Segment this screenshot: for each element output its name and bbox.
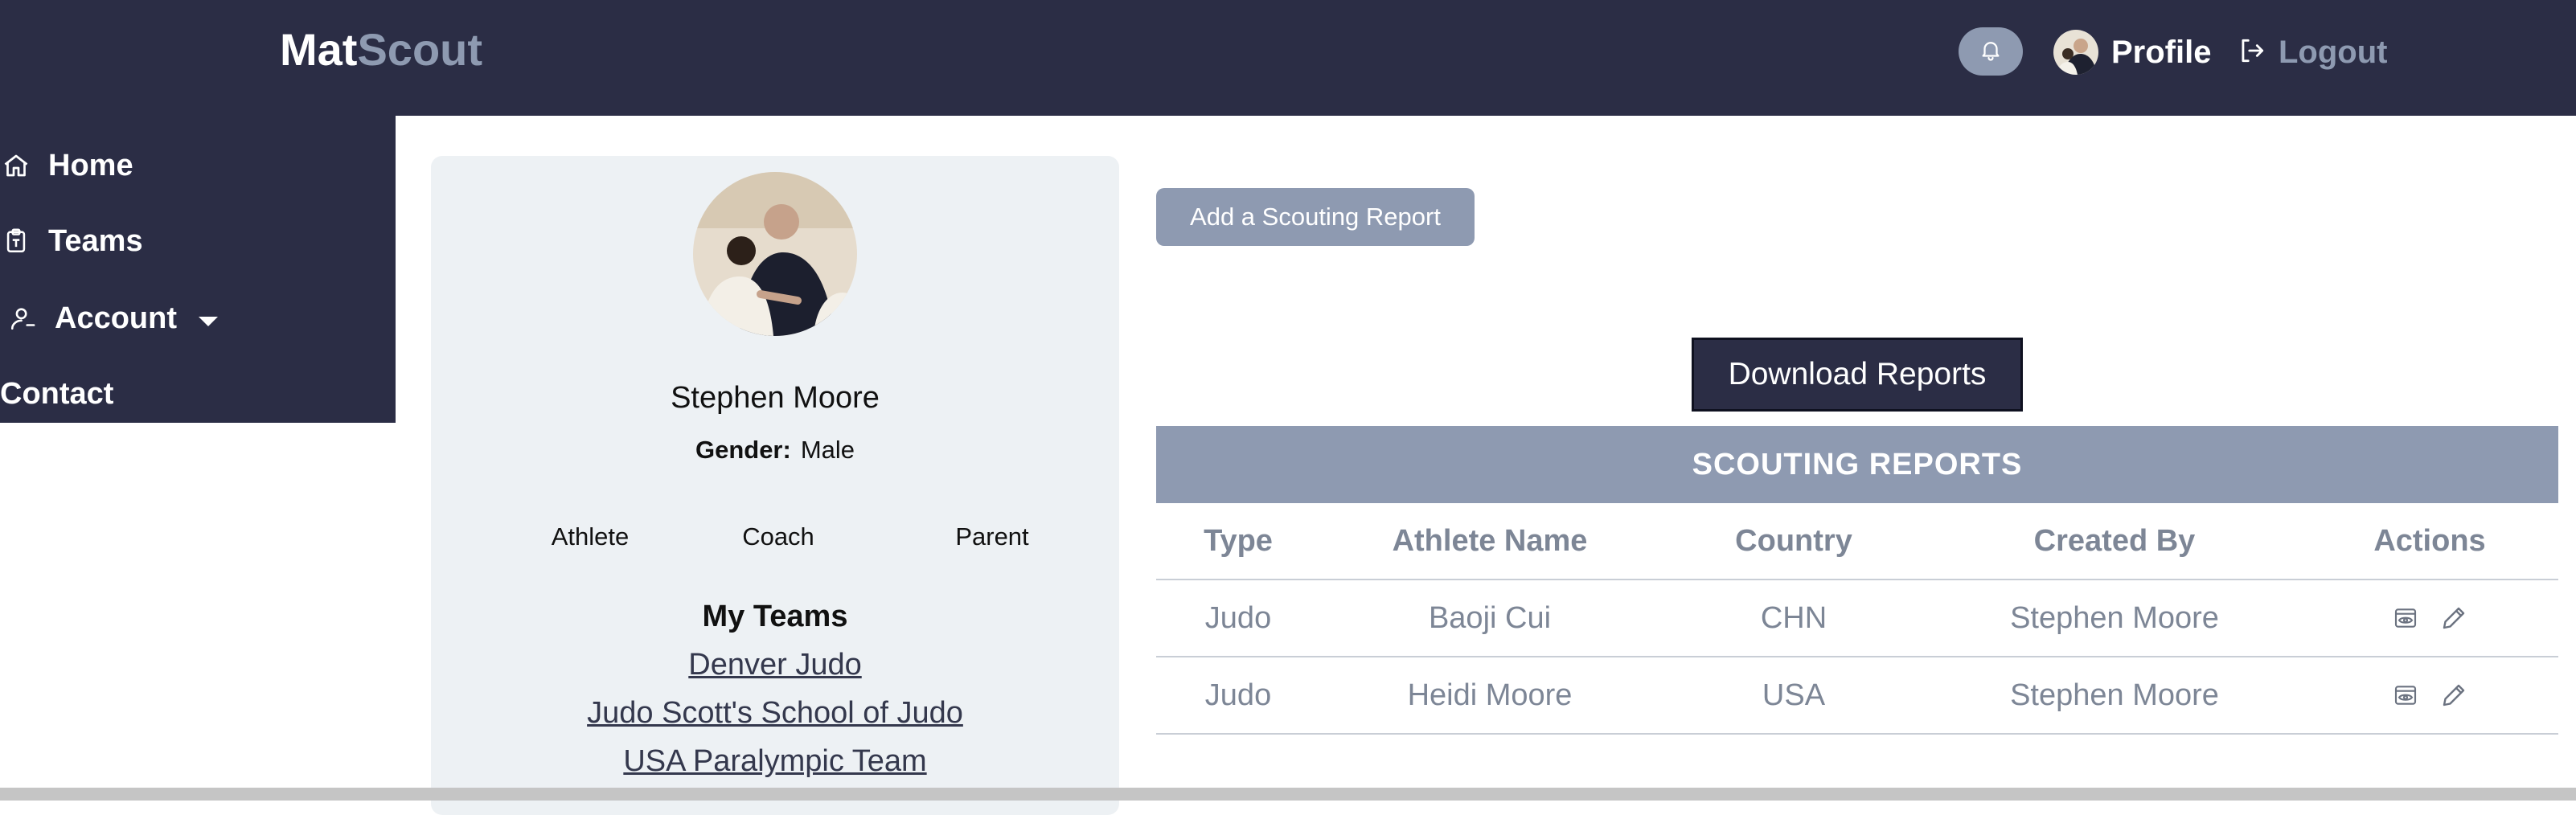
cell-type: Judo — [1204, 678, 1272, 712]
view-icon[interactable] — [2388, 600, 2423, 636]
logout-label: Logout — [2279, 34, 2388, 70]
edit-icon[interactable] — [2436, 600, 2471, 636]
cell-actions — [2301, 580, 2558, 656]
notifications-button[interactable] — [1959, 27, 2023, 76]
cell-athlete-name: Heidi Moore — [1407, 678, 1573, 712]
top-navbar: MatScout Profile Logout — [0, 0, 2576, 116]
column-header-created-by: Created By — [2033, 523, 2196, 558]
cell-athlete-name: Baoji Cui — [1428, 600, 1552, 635]
avatar — [2053, 30, 2098, 75]
role-coach: Coach — [742, 522, 814, 551]
download-reports-button[interactable]: Download Reports — [1692, 338, 2023, 412]
view-icon[interactable] — [2388, 678, 2423, 713]
cell-type: Judo — [1204, 600, 1272, 635]
cell-created-by: Stephen Moore — [2010, 678, 2219, 712]
sidebar: Home Teams Account Contact — [0, 116, 396, 423]
brand-part-scout: Scout — [357, 24, 483, 75]
cell-country: USA — [1762, 678, 1826, 712]
role-athlete: Athlete — [551, 522, 630, 551]
my-teams-heading: My Teams — [702, 600, 848, 633]
sidebar-item-label: Contact — [0, 376, 114, 411]
gender-label: Gender: — [695, 436, 791, 464]
table-header-row: Type Athlete Name Country Created By Act… — [1156, 503, 2558, 580]
column-header-type: Type — [1204, 523, 1273, 558]
edit-icon[interactable] — [2436, 678, 2471, 713]
logout-icon — [2237, 35, 2267, 70]
bell-icon — [1979, 37, 2003, 67]
gender-value: Male — [800, 436, 855, 464]
column-header-country: Country — [1735, 523, 1852, 558]
table-caption: SCOUTING REPORTS — [1156, 426, 2558, 503]
add-scouting-report-button[interactable]: Add a Scouting Report — [1156, 188, 1475, 246]
column-header-athlete-name: Athlete Name — [1392, 523, 1588, 558]
chevron-down-icon[interactable] — [198, 301, 219, 336]
sidebar-item-contact[interactable]: Contact — [0, 368, 113, 420]
sidebar-item-account[interactable]: Account — [0, 293, 219, 344]
sidebar-item-teams[interactable]: Teams — [0, 215, 143, 267]
team-link-judo-scotts[interactable]: Judo Scott's School of Judo — [431, 696, 1119, 731]
clipboard-icon — [0, 225, 32, 257]
profile-card: Stephen Moore Gender: Male Athlete Coach … — [431, 156, 1119, 815]
table-row: Judo Baoji Cui CHN Stephen Moore — [1156, 580, 2558, 657]
user-icon — [6, 302, 39, 334]
profile-avatar — [693, 172, 857, 336]
sidebar-item-label: Home — [48, 148, 133, 182]
cell-actions — [2301, 657, 2558, 733]
brand-part-mat: Mat — [280, 24, 358, 75]
profile-gender: Gender: Male — [431, 436, 1119, 465]
logout-link[interactable]: Logout — [2237, 27, 2388, 77]
column-header-actions: Actions — [2373, 523, 2486, 558]
sidebar-item-label: Teams — [48, 223, 143, 258]
cell-created-by: Stephen Moore — [2010, 600, 2219, 635]
table-row: Judo Heidi Moore USA Stephen Moore — [1156, 657, 2558, 735]
home-icon — [0, 149, 32, 182]
sidebar-item-label: Account — [55, 301, 177, 335]
brand-logo[interactable]: MatScout — [280, 23, 482, 77]
scouting-reports-table: SCOUTING REPORTS Type Athlete Name Count… — [1156, 426, 2558, 735]
cell-country: CHN — [1760, 600, 1827, 635]
sidebar-item-home[interactable]: Home — [0, 140, 133, 191]
profile-link[interactable]: Profile — [2053, 27, 2211, 77]
profile-label: Profile — [2111, 34, 2212, 70]
profile-name: Stephen Moore — [671, 381, 880, 415]
horizontal-scrollbar[interactable] — [0, 788, 2576, 801]
role-parent: Parent — [955, 522, 1029, 551]
team-link-denver-judo[interactable]: Denver Judo — [431, 648, 1119, 682]
team-link-usa-paralympic[interactable]: USA Paralympic Team — [431, 744, 1119, 779]
